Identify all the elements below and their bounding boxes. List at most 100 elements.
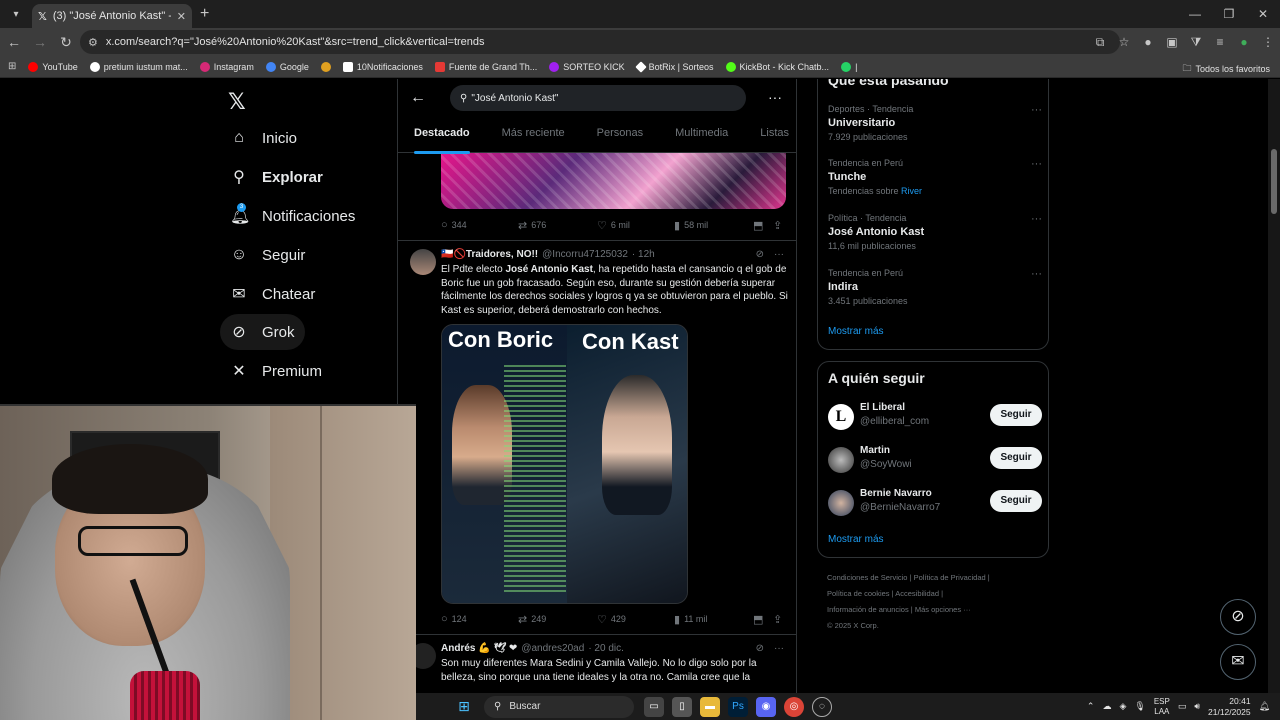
follow-button[interactable]: Seguir	[990, 447, 1042, 469]
apps-icon[interactable]: ⊞	[8, 61, 16, 72]
more-options-icon[interactable]: ···	[768, 89, 782, 105]
volume-icon[interactable]: 🔊︎	[1194, 701, 1200, 712]
grok-icon[interactable]: ⊘	[756, 249, 764, 260]
share-button[interactable]: ⇪	[773, 613, 782, 626]
address-bar[interactable]: ⚙ x.com/search?q="José%20Antonio%20Kast"…	[80, 30, 1120, 54]
messages-fab-button[interactable]: ✉	[1220, 644, 1256, 680]
tab-personas[interactable]: Personas	[581, 123, 659, 153]
follow-suggestion[interactable]: Martin @SoyWowi Seguir	[828, 445, 1042, 477]
footer-line[interactable]: Información de anuncios | Más opciones ·…	[827, 602, 1041, 618]
grok-icon[interactable]: ⊘	[756, 643, 764, 654]
bookmark-star-icon[interactable]: ☆	[1112, 35, 1136, 49]
extension-icon[interactable]: ●	[1136, 35, 1160, 49]
bookmark-whatsapp[interactable]: |	[841, 61, 857, 72]
bookmark-instagram[interactable]: Instagram	[199, 61, 254, 72]
footer-line[interactable]: Política de cookies | Accesibilidad |	[827, 586, 1041, 602]
bookmark-button[interactable]: ⬒	[753, 613, 763, 626]
scrollbar-thumb[interactable]	[1271, 149, 1277, 214]
tweet-time[interactable]: · 20 dic.	[588, 643, 624, 654]
trend-item[interactable]: Tendencia en Perú Indira 3.451 publicaci…	[828, 268, 1042, 306]
network-icon[interactable]: ▭	[1178, 701, 1187, 712]
obs-icon[interactable]: ◌	[812, 696, 832, 717]
bookmark-grandtheft[interactable]: Fuente de Grand Th...	[434, 61, 537, 72]
tab-multimedia[interactable]: Multimedia	[659, 123, 744, 153]
back-arrow-icon[interactable]: ←	[410, 89, 426, 107]
page-scrollbar[interactable]	[1268, 79, 1280, 693]
restore-icon[interactable]: ❐	[1212, 0, 1246, 28]
grok-fab-button[interactable]: ⊘	[1220, 599, 1256, 635]
more-icon[interactable]: ···	[774, 643, 784, 654]
profile-icon[interactable]: ●	[1232, 35, 1256, 49]
mic-icon[interactable]: 🎙︎	[1134, 701, 1145, 712]
more-icon[interactable]: ···	[774, 249, 784, 260]
tab-close-icon[interactable]: ✕	[177, 10, 186, 23]
trends-show-more-link[interactable]: Mostrar más	[828, 326, 884, 337]
reply-button[interactable]: ○ 344	[441, 219, 467, 231]
avatar[interactable]	[410, 249, 436, 275]
windows-start-icon[interactable]: ⊞	[454, 697, 474, 717]
file-explorer-icon[interactable]: ▬	[700, 696, 720, 717]
follow-name[interactable]: Martin	[860, 445, 890, 456]
follow-show-more-link[interactable]: Mostrar más	[828, 534, 884, 545]
language-indicator[interactable]: ESP LAA	[1154, 697, 1170, 717]
minimize-icon[interactable]: —	[1178, 0, 1212, 28]
tweet-media[interactable]	[441, 153, 786, 209]
bookmark-button[interactable]: ⬒	[753, 219, 763, 232]
nav-explore[interactable]: ⚲ Explorar	[220, 159, 333, 195]
browser-tab[interactable]: 𝕏 (3) "José Antonio Kast" - Buscar ✕	[32, 4, 192, 28]
photoshop-icon[interactable]: Ps	[728, 696, 748, 717]
x-logo-icon[interactable]: 𝕏	[228, 89, 246, 115]
author-handle[interactable]: @andres20ad	[521, 643, 584, 654]
tweet-time[interactable]: · 12h	[632, 249, 655, 260]
menu-icon[interactable]: ⋮	[1256, 35, 1280, 49]
clock[interactable]: 20:41 21/12/2025	[1208, 696, 1251, 718]
trend-link[interactable]: River	[901, 186, 922, 196]
tab-search-button[interactable]: ▾	[4, 2, 28, 26]
site-info-icon[interactable]: ⚙	[88, 36, 98, 49]
chrome-icon[interactable]: ◎	[784, 696, 804, 717]
discord-icon[interactable]: ◉	[756, 696, 776, 717]
like-button[interactable]: ♡ 6 mil	[597, 219, 630, 232]
security-icon[interactable]: ◈	[1119, 701, 1126, 712]
onedrive-icon[interactable]: ☁	[1102, 701, 1111, 712]
retweet-button[interactable]: ⇄ 249	[518, 613, 546, 626]
trend-more-icon[interactable]: ···	[1031, 158, 1042, 170]
tab-mas-reciente[interactable]: Más reciente	[486, 123, 581, 153]
nav-grok[interactable]: ⊘ Grok	[220, 314, 305, 350]
new-tab-button[interactable]: +	[200, 5, 209, 23]
tweet-media[interactable]: Con Boric Con Kast	[441, 324, 688, 604]
reply-button[interactable]: ○ 124	[441, 613, 467, 625]
forward-icon[interactable]: →	[28, 34, 52, 50]
nav-premium[interactable]: ✕ Premium	[220, 353, 332, 389]
avatar[interactable]	[828, 447, 854, 473]
follow-name[interactable]: El Liberal	[860, 402, 905, 413]
follow-button[interactable]: Seguir	[990, 490, 1042, 512]
bookmark-pretium[interactable]: pretium iustum mat...	[89, 61, 188, 72]
task-view-icon[interactable]: ▭	[644, 696, 664, 717]
install-app-icon[interactable]: ⧉	[1088, 35, 1112, 50]
trend-more-icon[interactable]: ···	[1031, 213, 1042, 225]
all-favorites[interactable]: 🗀 Todos los favoritos	[1182, 61, 1270, 77]
avatar[interactable]	[828, 490, 854, 516]
bookmark-kickbot[interactable]: KickBot - Kick Chatb...	[725, 61, 829, 72]
bookmark-youtube[interactable]: YouTube	[28, 61, 78, 72]
trend-item[interactable]: Deportes · Tendencia Universitario 7.929…	[828, 104, 1042, 142]
app-icon[interactable]: ▯	[672, 696, 692, 717]
tab-destacado[interactable]: Destacado	[398, 123, 486, 154]
footer-line[interactable]: Condiciones de Servicio | Política de Pr…	[827, 570, 1041, 586]
retweet-button[interactable]: ⇄ 676	[518, 219, 546, 232]
bookmark-pinwheel[interactable]	[320, 61, 331, 72]
tab-listas[interactable]: Listas	[744, 123, 805, 153]
media-icon[interactable]: ≡	[1208, 35, 1232, 49]
author-handle[interactable]: @Incorru47125032	[542, 249, 628, 260]
nav-home[interactable]: ⌂ Inicio	[220, 120, 307, 156]
extension2-icon[interactable]: ▣	[1160, 35, 1184, 49]
search-input[interactable]: ⚲ "José Antonio Kast"	[450, 85, 746, 111]
bookmark-10notificaciones[interactable]: 10Notificaciones	[342, 61, 423, 72]
trend-more-icon[interactable]: ···	[1031, 268, 1042, 280]
bookmark-google[interactable]: Google	[265, 61, 309, 72]
follow-suggestion[interactable]: L El Liberal @elliberal_com Seguir	[828, 402, 1042, 434]
nav-follow[interactable]: ☺ Seguir	[220, 237, 315, 273]
views-button[interactable]: ▮ 58 mil	[674, 219, 708, 232]
taskbar-search[interactable]: ⚲ Buscar	[484, 695, 634, 718]
